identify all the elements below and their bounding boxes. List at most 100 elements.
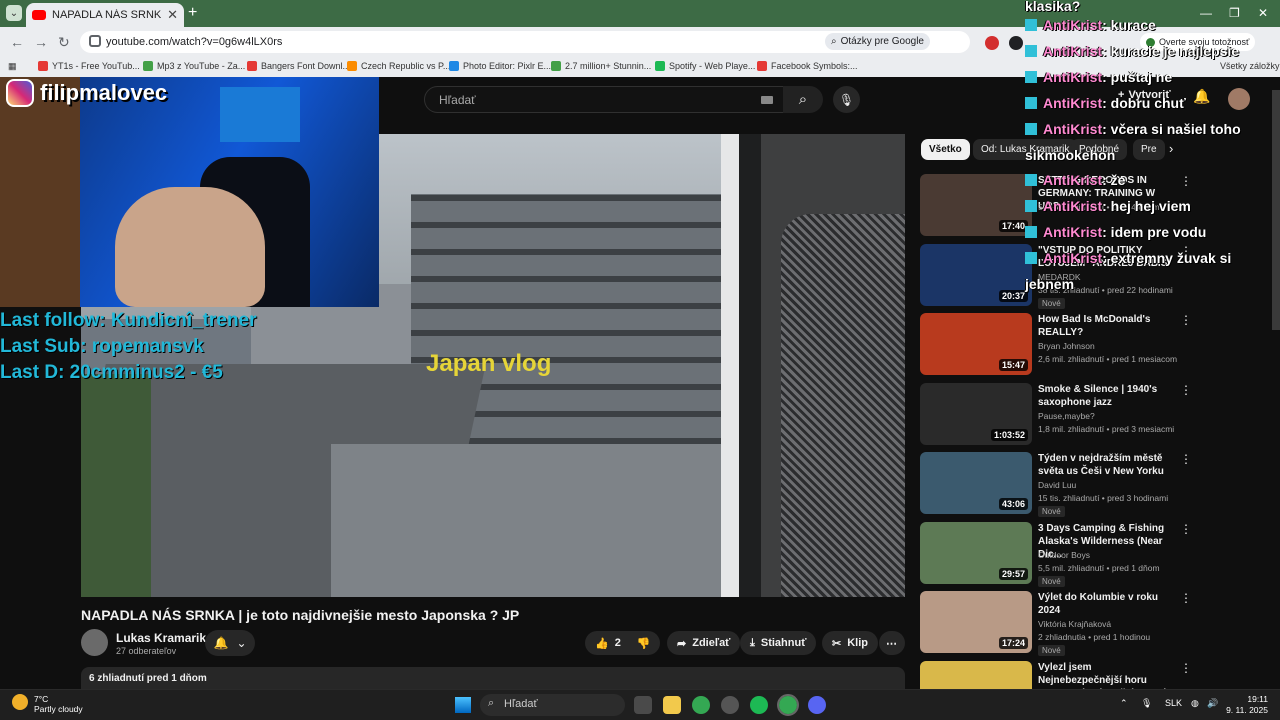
bookmark-item[interactable]: Photo Editor: Pixlr E... [449,61,551,71]
lens-label: Otázky pre Google [840,36,924,47]
start-icon[interactable] [455,697,471,713]
recommendation-title[interactable]: Výlet do Kolumbie v roku 2024 [1038,591,1178,617]
bookmark-item[interactable]: Mp3 z YouTube - Za... [143,61,245,71]
chat-overlay: klasika? AntiKrist: kurace AntiKrist: kur… [1025,0,1280,298]
voice-search-button[interactable]: 🎙 [833,86,860,113]
stream-stats: Last follow: Kundicnî_trener Last Sub: r… [0,308,257,386]
more-options-icon[interactable]: ⋮ [1180,522,1192,536]
language-indicator[interactable]: SLK [1165,698,1182,708]
recommendation-item[interactable]: 1:03:52 Smoke & Silence | 1940's saxophon… [920,382,1270,445]
duration-badge: 17:24 [998,637,1028,649]
chrome-icon[interactable] [692,696,710,714]
chat-text: : dobru chuť [1102,94,1186,111]
more-options-icon[interactable]: ⋮ [1180,313,1192,327]
chevron-down-icon: ⌄ [236,636,247,650]
mic-icon: 🎙 [838,92,855,107]
more-options-icon[interactable]: ⋮ [1180,591,1192,605]
recommendation-channel[interactable]: Bryan Johnson [1038,341,1095,351]
discord-icon[interactable] [808,696,826,714]
recommendation-thumbnail[interactable]: 20:37 [920,243,1032,306]
like-dislike-button[interactable]: 👍 2 👎 [585,631,660,655]
chat-text: : hej hej viem [1102,198,1191,215]
obs-icon[interactable] [721,696,739,714]
recommendation-thumbnail[interactable]: 17:40 [920,174,1032,236]
recommendation-channel[interactable]: Viktória Krajňaková [1038,619,1111,629]
extension-icon[interactable] [1009,36,1023,50]
recommendation-item[interactable]: 15:47 How Bad Is McDonald's REALLY? Bryan … [920,313,1270,375]
chat-username: AntiKrist [1043,120,1103,137]
bookmark-item[interactable]: Bangers Font Downl... [247,61,350,71]
recommendation-thumbnail[interactable]: 29:57 [920,521,1032,584]
recommendation-channel[interactable]: Outdoor Boys [1038,550,1090,560]
share-button[interactable]: ➦ Zdieľať [667,631,741,655]
description-box[interactable]: 6 zhliadnutí pred 1 dňom [81,667,905,689]
reload-icon[interactable]: ↻ [58,34,70,51]
chat-message: AntiKrist: dobru chuť [1025,91,1280,117]
search-button[interactable]: ⌕ [783,86,823,113]
date: 9. 11. 2025 [1226,705,1268,715]
file-explorer-icon[interactable] [663,696,681,714]
recommendation-item[interactable]: 17:24 Výlet do Kolumbie v roku 2024 Viktór… [920,591,1270,656]
recommendation-thumbnail[interactable]: 17:24 [920,591,1032,653]
tab-search-button[interactable]: ⌄ [6,5,22,21]
clock[interactable]: 19:11 9. 11. 2025 [1224,694,1268,716]
weather-widget[interactable]: 7°C Partly cloudy [12,694,83,714]
recommendation-title[interactable]: Smoke & Silence | 1940's saxophone jazz [1038,383,1178,409]
chrome-active-icon[interactable] [777,694,799,716]
new-tab-icon[interactable]: + [188,4,197,22]
bookmark-item[interactable]: YT1s - Free YouTub... [38,61,140,71]
task-view-icon[interactable] [634,696,652,714]
recommendation-thumbnail[interactable]: 1:03:52 [920,382,1032,445]
close-tab-icon[interactable]: ✕ [167,7,178,23]
extension-icon[interactable] [985,36,999,50]
url-text: youtube.com/watch?v=0g6w4lLX0rs [106,36,283,48]
search-input[interactable]: Hľadať [424,86,784,113]
google-lens-chip[interactable]: ⌕ Otázky pre Google [825,33,930,50]
recommendation-title[interactable]: Týden v nejdražším městě světa us Češi v… [1038,452,1178,478]
share-label: Zdieľať [692,637,731,649]
volume-icon[interactable]: 🔊 [1207,698,1218,709]
notification-bell-button[interactable]: 🔔 ⌄ [205,630,255,656]
thumbs-down-icon[interactable]: 👎 [637,637,651,650]
chip-all[interactable]: Všetko [921,139,970,160]
taskbar-search[interactable]: ⌕ Hľadať [480,694,625,716]
recommendation-thumbnail[interactable]: 15:47 [920,313,1032,375]
download-button[interactable]: ⤓ Stiahnuť [740,631,817,655]
clip-button[interactable]: ✂ Klip [822,631,878,655]
bookmark-item[interactable]: 2.7 million+ Stunnin... [551,61,651,71]
microphone-icon[interactable]: 🎙 [1141,698,1152,709]
recommendation-channel[interactable]: Pause,maybe? [1038,411,1095,421]
more-options-icon[interactable]: ⋮ [1180,452,1192,466]
weather-icon [12,694,28,710]
forward-icon[interactable]: → [34,34,48,50]
chat-text: : kuracie je najlepsie [1102,42,1240,59]
recommendation-item[interactable]: 43:06 Týden v nejdražším městě světa us Č… [920,452,1270,517]
more-options-icon[interactable]: ⋮ [1180,383,1192,397]
subscriber-count: 27 odberateľov [116,646,177,656]
site-info-icon[interactable] [89,35,101,47]
apps-icon[interactable]: ▦ [8,61,17,72]
bookmark-label: Photo Editor: Pixlr E... [463,61,552,71]
spotify-icon[interactable] [750,696,768,714]
chat-text: : kurace [1102,17,1156,33]
back-icon[interactable]: ← [10,34,24,50]
last-sub: Last Sub: ropemansvk [0,336,204,357]
bookmark-item[interactable]: Spotify - Web Playe... [655,61,755,71]
keyboard-icon[interactable] [761,96,773,104]
bookmark-label: Mp3 z YouTube - Za... [157,61,246,71]
recommendation-title[interactable]: How Bad Is McDonald's REALLY? [1038,313,1178,339]
recommendation-channel[interactable]: David Luu [1038,480,1076,490]
recommendation-thumbnail[interactable]: 43:06 [920,452,1032,514]
tab-active[interactable]: NAPADLA NÁS SRNKA | je toto ✕ [26,3,184,27]
recommendation-item[interactable]: 29:57 3 Days Camping & Fishing Alaska's W… [920,521,1270,587]
channel-name[interactable]: Lukas Kramarik [116,631,206,645]
tray-chevron-icon[interactable]: ⌃ [1120,698,1128,709]
channel-avatar[interactable] [81,629,108,656]
bookmark-item[interactable]: Facebook Symbols:... [757,61,858,71]
chat-badge-icon [1025,70,1037,83]
more-options-icon[interactable]: ⋮ [1180,661,1192,675]
network-icon[interactable]: ◍ [1191,698,1199,709]
bookmark-item[interactable]: Czech Republic vs P... [347,61,450,71]
weather-text: Partly cloudy [34,704,83,714]
more-actions-button[interactable]: ⋯ [879,631,905,655]
